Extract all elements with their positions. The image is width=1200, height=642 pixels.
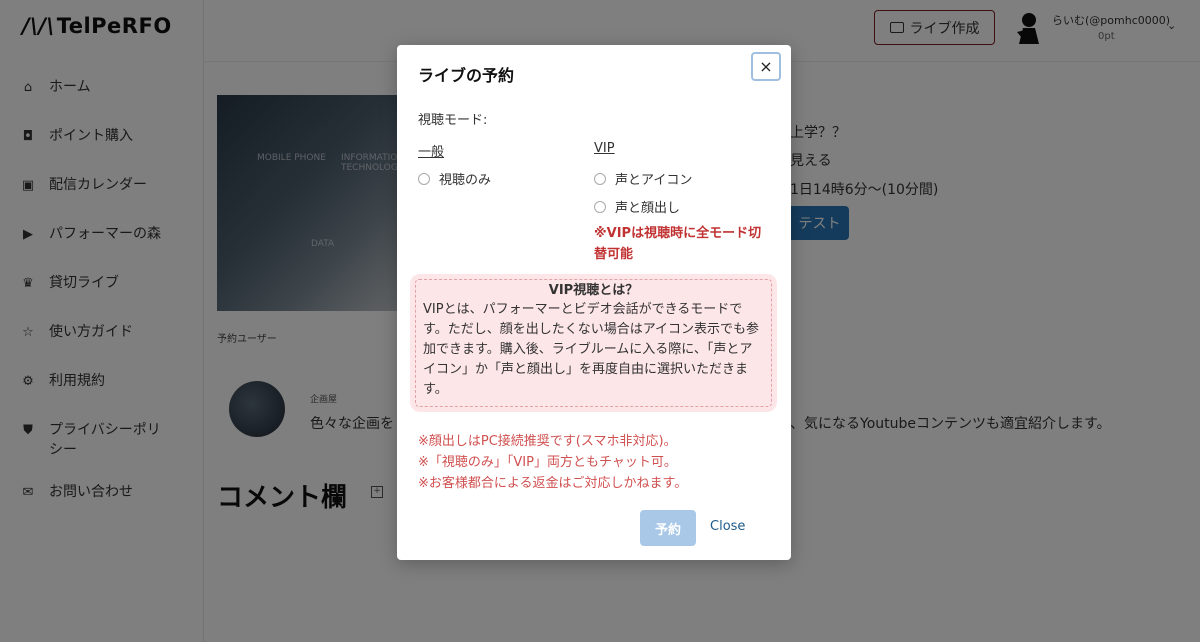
- radio-label: 声と顔出し: [615, 201, 681, 216]
- vip-info-body: VIPとは、パフォーマーとビデオ会話ができるモードです。ただし、顔を出したくない…: [423, 302, 760, 397]
- radio-view-only[interactable]: 視聴のみ: [418, 169, 491, 188]
- viewing-mode-label: 視聴モード:: [418, 113, 488, 128]
- modal-title: ライブの予約: [418, 66, 515, 85]
- notice-text: ※お客様都合による返金はご対応しかねます。: [418, 476, 688, 491]
- radio-voice-face[interactable]: 声と顔出し: [594, 197, 680, 216]
- radio-label: 視聴のみ: [439, 173, 492, 188]
- general-heading: 一般: [418, 145, 445, 160]
- vip-info-title: VIP視聴とは？: [548, 283, 639, 298]
- close-button[interactable]: Close: [710, 519, 745, 534]
- vip-info-inner: VIP視聴とは？ VIPとは、パフォーマーとビデオ会話ができるモードです。ただし…: [415, 279, 772, 407]
- radio-button[interactable]: [418, 172, 430, 185]
- close-icon[interactable]: ×: [751, 52, 781, 81]
- reserve-button[interactable]: 予約: [640, 510, 696, 546]
- reservation-modal: ライブの予約 × 視聴モード: 一般 視聴のみ VIP 声とアイコン 声と顔出し…: [397, 45, 791, 560]
- radio-label: 声とアイコン: [615, 173, 693, 188]
- notice-text: ※「視聴のみ」「VIP」両方ともチャット可。: [418, 455, 677, 470]
- radio-button[interactable]: [594, 200, 606, 213]
- vip-mode-note: ※VIPは視聴時に全モード切替可能: [594, 226, 762, 262]
- vip-info-box: VIP視聴とは？ VIPとは、パフォーマーとビデオ会話ができるモードです。ただし…: [410, 274, 777, 412]
- notice-text: ※顔出しはPC接続推奨です(スマホ非対応)。: [418, 434, 677, 449]
- radio-button[interactable]: [594, 172, 606, 185]
- vip-heading: VIP: [594, 141, 615, 156]
- radio-voice-icon[interactable]: 声とアイコン: [594, 169, 692, 188]
